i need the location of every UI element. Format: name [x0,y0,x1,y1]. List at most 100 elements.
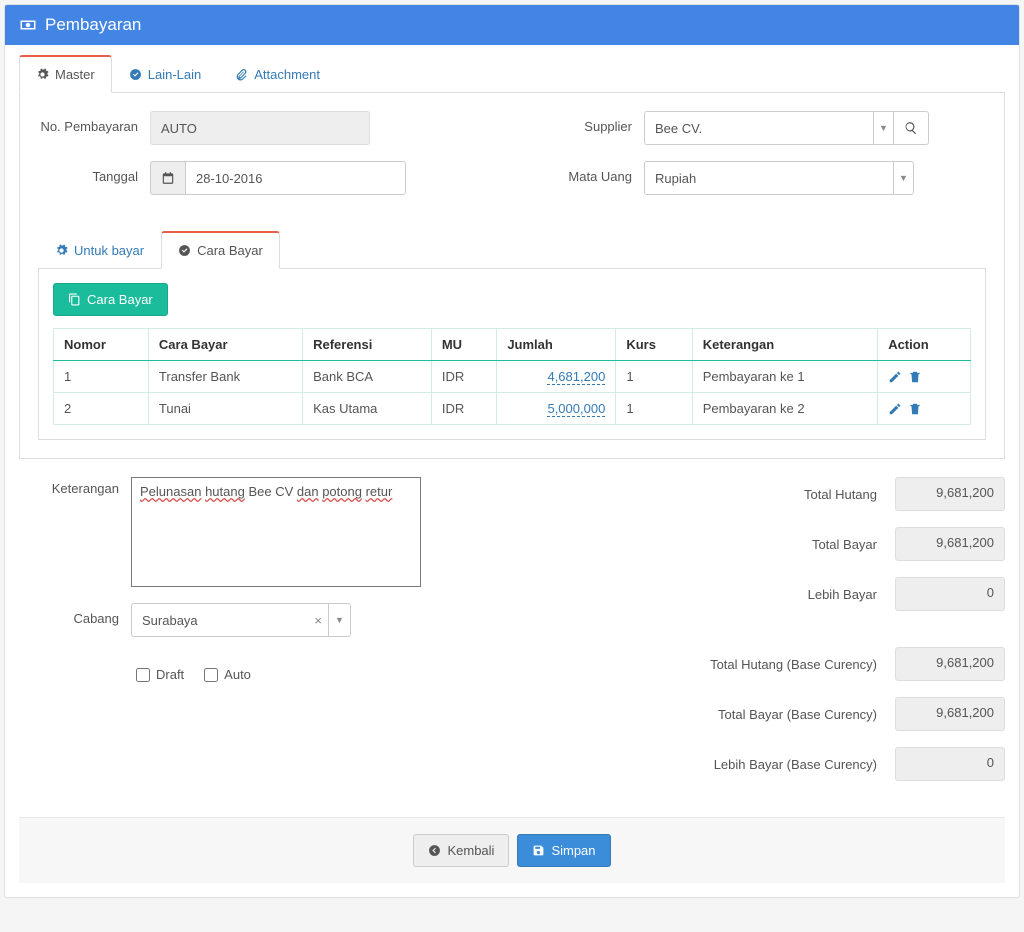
save-icon [532,844,545,857]
total-hutang-value: 9,681,200 [895,477,1005,511]
total-bayar-base-value: 9,681,200 [895,697,1005,731]
gear-icon [36,68,49,81]
bottom-section: Keterangan Pelunasan hutang Bee CV dan p… [19,477,1005,797]
draft-checkbox[interactable]: Draft [136,667,184,682]
tab-cara-bayar[interactable]: Cara Bayar [161,231,280,269]
panel-header: Pembayaran [5,5,1019,45]
check-circle-icon [178,244,191,257]
tab-master-label: Master [55,67,95,82]
paperclip-icon [235,68,248,81]
tab-lainlain[interactable]: Lain-Lain [112,55,219,93]
total-hutang-base-label: Total Hutang (Base Curency) [710,657,877,672]
search-icon [904,121,918,135]
gears-icon [55,244,68,257]
kembali-button[interactable]: Kembali [413,834,509,867]
cell-cara-bayar: Tunai [148,393,302,425]
supplier-search-button[interactable] [894,111,929,145]
total-bayar-label: Total Bayar [812,537,877,552]
total-bayar-value: 9,681,200 [895,527,1005,561]
main-tabs: Master Lain-Lain Attachment [19,55,1005,93]
copy-icon [68,293,81,306]
tab-untuk-bayar-label: Untuk bayar [74,243,144,258]
cell-jumlah: 5,000,000 [497,393,616,425]
keterangan-textarea[interactable]: Pelunasan hutang Bee CV dan potong retur [131,477,421,587]
table-row: 2TunaiKas UtamaIDR5,000,0001Pembayaran k… [54,393,971,425]
matauang-label: Mata Uang [532,161,632,184]
arrow-left-icon [428,844,441,857]
cell-nomor: 2 [54,393,149,425]
page-title: Pembayaran [45,15,141,35]
cara-bayar-button[interactable]: Cara Bayar [53,283,168,316]
trash-icon[interactable] [908,402,922,416]
trash-icon[interactable] [908,370,922,384]
tab-master-body: No. Pembayaran Tanggal [19,93,1005,459]
tanggal-label: Tanggal [38,161,138,184]
th-action: Action [878,329,971,361]
th-jumlah: Jumlah [497,329,616,361]
th-referensi: Referensi [303,329,432,361]
tab-cara-bayar-label: Cara Bayar [197,243,263,258]
cell-mu: IDR [431,361,496,393]
amount-link[interactable]: 4,681,200 [547,369,605,385]
no-pembayaran-input [150,111,370,145]
cara-bayar-body: Cara Bayar Nomor Cara Bayar Referensi MU… [38,269,986,440]
chevron-down-icon: ▼ [328,604,350,636]
tab-attachment[interactable]: Attachment [218,55,337,93]
payment-table: Nomor Cara Bayar Referensi MU Jumlah Kur… [53,328,971,425]
lebih-bayar-base-value: 0 [895,747,1005,781]
auto-checkbox-input[interactable] [204,668,218,682]
total-hutang-label: Total Hutang [804,487,877,502]
supplier-select[interactable]: Bee CV. ▼ [644,111,894,145]
th-kurs: Kurs [616,329,692,361]
footer: Kembali Simpan [19,817,1005,883]
cara-bayar-button-label: Cara Bayar [87,292,153,307]
simpan-label: Simpan [551,843,595,858]
tab-attachment-label: Attachment [254,67,320,82]
cabang-select[interactable]: Surabaya × ▼ [131,603,351,637]
edit-icon[interactable] [888,370,902,384]
auto-checkbox[interactable]: Auto [204,667,251,682]
calendar-icon [161,171,175,185]
cell-referensi: Kas Utama [303,393,432,425]
payment-panel: Pembayaran Master Lain-Lain Attachment N [4,4,1020,898]
chevron-down-icon: ▼ [873,112,893,144]
tab-untuk-bayar[interactable]: Untuk bayar [38,231,161,269]
draft-label: Draft [156,667,184,682]
cell-keterangan: Pembayaran ke 1 [692,361,877,393]
no-pembayaran-label: No. Pembayaran [38,111,138,134]
panel-body: Master Lain-Lain Attachment No. Pembayar… [5,45,1019,897]
tab-master[interactable]: Master [19,55,112,93]
table-row: 1Transfer BankBank BCAIDR4,681,2001Pemba… [54,361,971,393]
lebih-bayar-base-label: Lebih Bayar (Base Curency) [714,757,877,772]
total-bayar-base-label: Total Bayar (Base Curency) [718,707,877,722]
calendar-button[interactable] [150,161,186,195]
money-icon [19,16,37,34]
draft-checkbox-input[interactable] [136,668,150,682]
tanggal-input[interactable] [186,161,406,195]
check-circle-icon [129,68,142,81]
tab-lainlain-label: Lain-Lain [148,67,202,82]
matauang-select[interactable]: Rupiah ▼ [644,161,914,195]
inner-tabs: Untuk bayar Cara Bayar [38,231,986,269]
cell-action [878,393,971,425]
edit-icon[interactable] [888,402,902,416]
cell-kurs: 1 [616,361,692,393]
simpan-button[interactable]: Simpan [517,834,610,867]
cell-nomor: 1 [54,361,149,393]
lebih-bayar-value: 0 [895,577,1005,611]
clear-icon[interactable]: × [308,613,328,628]
amount-link[interactable]: 5,000,000 [547,401,605,417]
cell-mu: IDR [431,393,496,425]
th-mu: MU [431,329,496,361]
lebih-bayar-label: Lebih Bayar [808,587,877,602]
cabang-value: Surabaya [132,613,308,628]
cell-action [878,361,971,393]
cell-kurs: 1 [616,393,692,425]
th-cara-bayar: Cara Bayar [148,329,302,361]
th-keterangan: Keterangan [692,329,877,361]
auto-label: Auto [224,667,251,682]
th-nomor: Nomor [54,329,149,361]
chevron-down-icon: ▼ [893,162,913,194]
cabang-label: Cabang [19,603,119,626]
supplier-value: Bee CV. [655,121,702,136]
